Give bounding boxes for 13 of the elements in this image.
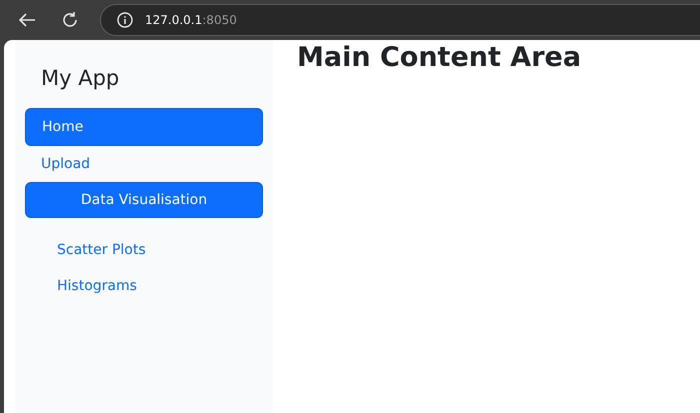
url-port: :8050 (202, 13, 237, 27)
nav-link[interactable]: Home (25, 108, 263, 146)
nav-link[interactable]: Scatter Plots (41, 232, 263, 268)
reload-icon[interactable] (61, 11, 79, 29)
url-host: 127.0.0.1 (145, 13, 202, 27)
page-heading: Main Content Area (297, 42, 582, 73)
nav-link[interactable]: Histograms (41, 268, 263, 304)
back-icon[interactable] (18, 12, 36, 28)
info-icon (117, 12, 133, 28)
address-bar[interactable]: 127.0.0.1:8050 (100, 4, 700, 36)
app-title: My App (40, 66, 120, 90)
nav-link[interactable]: Upload (25, 146, 263, 182)
collapse-button[interactable]: Data Visualisation (25, 182, 263, 218)
